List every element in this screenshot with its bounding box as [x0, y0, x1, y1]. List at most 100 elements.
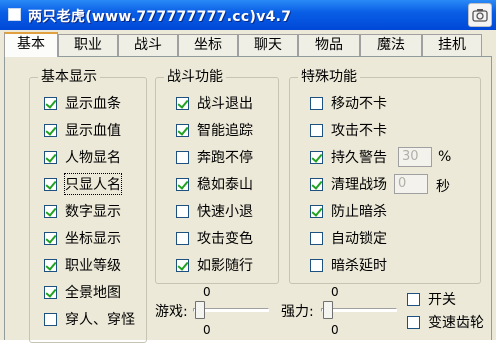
checkbox-label: 持久警告 — [331, 150, 387, 166]
checkbox-label: 移动不卡 — [331, 96, 387, 112]
tab-chat[interactable]: 聊天 — [238, 34, 298, 56]
checkbox-box[interactable] — [44, 123, 57, 137]
game-slider-label: 游戏: — [155, 304, 188, 320]
checkbox-label: 奔跑不停 — [197, 150, 253, 166]
checkbox-box[interactable] — [44, 312, 57, 326]
checkbox-box[interactable] — [176, 96, 189, 110]
checkbox-box[interactable] — [407, 315, 420, 329]
checkbox-attack-no-lag[interactable]: 攻击不卡 — [310, 121, 387, 139]
checkbox-label: 开关 — [428, 292, 456, 308]
checkbox-box[interactable] — [310, 258, 323, 272]
checkbox-show-player-name[interactable]: 人物显名 — [44, 148, 121, 166]
tab-coordinates[interactable]: 坐标 — [178, 34, 238, 56]
checkbox-box[interactable] — [176, 204, 189, 218]
checkbox-label: 攻击不卡 — [331, 123, 387, 139]
checkbox-box[interactable] — [44, 177, 57, 191]
game-speed-slider[interactable] — [193, 299, 269, 321]
camera-button[interactable] — [468, 3, 492, 27]
checkbox-box[interactable] — [44, 285, 57, 299]
checkbox-prevent-assassination[interactable]: 防止暗杀 — [310, 202, 387, 220]
checkbox-label: 战斗退出 — [197, 96, 253, 112]
checkbox-box[interactable] — [310, 177, 323, 191]
checkbox-box[interactable] — [44, 96, 57, 110]
checkbox-switch[interactable]: 开关 — [407, 290, 456, 308]
slider-thumb[interactable] — [195, 301, 205, 319]
checkbox-box[interactable] — [176, 258, 189, 272]
window-title: 两只老虎(www.777777777.cc)v4.7 — [28, 9, 292, 25]
checkbox-assassinate-delay[interactable]: 暗杀延时 — [310, 256, 387, 274]
checkbox-label: 变速齿轮 — [428, 315, 484, 331]
checkbox-walk-through[interactable]: 穿人、穿怪 — [44, 310, 135, 328]
checkbox-show-hp-value[interactable]: 显示血值 — [44, 121, 121, 139]
checkbox-label: 清理战场 — [331, 177, 387, 193]
checkbox-attack-color[interactable]: 攻击变色 — [176, 229, 253, 247]
checkbox-steady[interactable]: 稳如泰山 — [176, 175, 253, 193]
strength-slider-bottom-value: 0 — [331, 323, 339, 337]
tab-strip: 基本 职业 战斗 坐标 聊天 物品 魔法 挂机 — [0, 32, 496, 57]
tab-afk[interactable]: 挂机 — [422, 34, 482, 56]
checkbox-label: 防止暗杀 — [331, 204, 387, 220]
checkbox-move-no-lag[interactable]: 移动不卡 — [310, 94, 387, 112]
app-icon — [8, 8, 21, 21]
checkbox-box[interactable] — [176, 150, 189, 164]
tab-basic[interactable]: 基本 — [4, 32, 58, 57]
checkbox-durability-warning[interactable]: 持久警告 — [310, 148, 387, 166]
checkbox-box[interactable] — [310, 204, 323, 218]
checkbox-label: 坐标显示 — [65, 231, 121, 247]
camera-icon — [472, 9, 488, 22]
checkbox-label: 显示血条 — [65, 96, 121, 112]
checkbox-box[interactable] — [176, 177, 189, 191]
checkbox-coordinate-display[interactable]: 坐标显示 — [44, 229, 121, 247]
checkbox-profession-level[interactable]: 职业等级 — [44, 256, 121, 274]
checkbox-box[interactable] — [310, 150, 323, 164]
basic-display-title: 基本显示 — [38, 69, 100, 85]
checkbox-number-display[interactable]: 数字显示 — [44, 202, 121, 220]
checkbox-only-names[interactable]: 只显人名 — [44, 173, 122, 195]
checkbox-cleanup-battlefield[interactable]: 清理战场 — [310, 175, 387, 193]
checkbox-box[interactable] — [407, 292, 420, 306]
checkbox-smart-tracking[interactable]: 智能追踪 — [176, 121, 253, 139]
checkbox-box[interactable] — [310, 231, 323, 245]
checkbox-label: 全景地图 — [65, 285, 121, 301]
checkbox-label: 穿人、穿怪 — [65, 312, 135, 328]
strength-slider-top-value: 0 — [331, 285, 339, 299]
tab-items[interactable]: 物品 — [298, 34, 360, 56]
cleanup-input[interactable]: 0 — [394, 174, 428, 194]
checkbox-label: 稳如泰山 — [197, 177, 253, 193]
basic-tab-panel: 基本显示 显示血条 显示血值 人物显名 只显人名 数字显示 坐标显示 职业等级 … — [4, 56, 492, 343]
checkbox-combat-exit[interactable]: 战斗退出 — [176, 94, 253, 112]
checkbox-label: 职业等级 — [65, 258, 121, 274]
checkbox-follow-shadow[interactable]: 如影随行 — [176, 256, 253, 274]
checkbox-show-hp-bar[interactable]: 显示血条 — [44, 94, 121, 112]
tab-combat[interactable]: 战斗 — [118, 34, 178, 56]
checkbox-box[interactable] — [176, 123, 189, 137]
basic-display-group: 基本显示 显示血条 显示血值 人物显名 只显人名 数字显示 坐标显示 职业等级 … — [29, 69, 147, 343]
checkbox-label: 人物显名 — [65, 150, 121, 166]
checkbox-label: 自动锁定 — [331, 231, 387, 247]
game-slider-bottom-value: 0 — [203, 323, 211, 337]
checkbox-label: 攻击变色 — [197, 231, 253, 247]
checkbox-nonstop-run[interactable]: 奔跑不停 — [176, 148, 253, 166]
slider-thumb[interactable] — [323, 301, 333, 319]
strength-slider[interactable] — [321, 299, 397, 321]
checkbox-label: 暗杀延时 — [331, 258, 387, 274]
checkbox-quick-logout[interactable]: 快速小退 — [176, 202, 253, 220]
checkbox-label: 数字显示 — [65, 204, 121, 220]
checkbox-full-map[interactable]: 全景地图 — [44, 283, 121, 301]
checkbox-box[interactable] — [176, 231, 189, 245]
tab-profession[interactable]: 职业 — [58, 34, 118, 56]
checkbox-box[interactable] — [44, 231, 57, 245]
tab-magic[interactable]: 魔法 — [360, 34, 422, 56]
checkbox-box[interactable] — [44, 150, 57, 164]
title-bar[interactable]: 两只老虎(www.777777777.cc)v4.7 — [0, 0, 496, 30]
checkbox-box[interactable] — [44, 204, 57, 218]
checkbox-label: 只显人名 — [64, 173, 122, 195]
checkbox-speed-gear[interactable]: 变速齿轮 — [407, 313, 484, 331]
checkbox-box[interactable] — [44, 258, 57, 272]
checkbox-label: 显示血值 — [65, 123, 121, 139]
checkbox-box[interactable] — [310, 96, 323, 110]
special-title: 特殊功能 — [298, 69, 360, 85]
checkbox-auto-lock[interactable]: 自动锁定 — [310, 229, 387, 247]
durability-input[interactable]: 30 — [398, 147, 432, 167]
checkbox-box[interactable] — [310, 123, 323, 137]
